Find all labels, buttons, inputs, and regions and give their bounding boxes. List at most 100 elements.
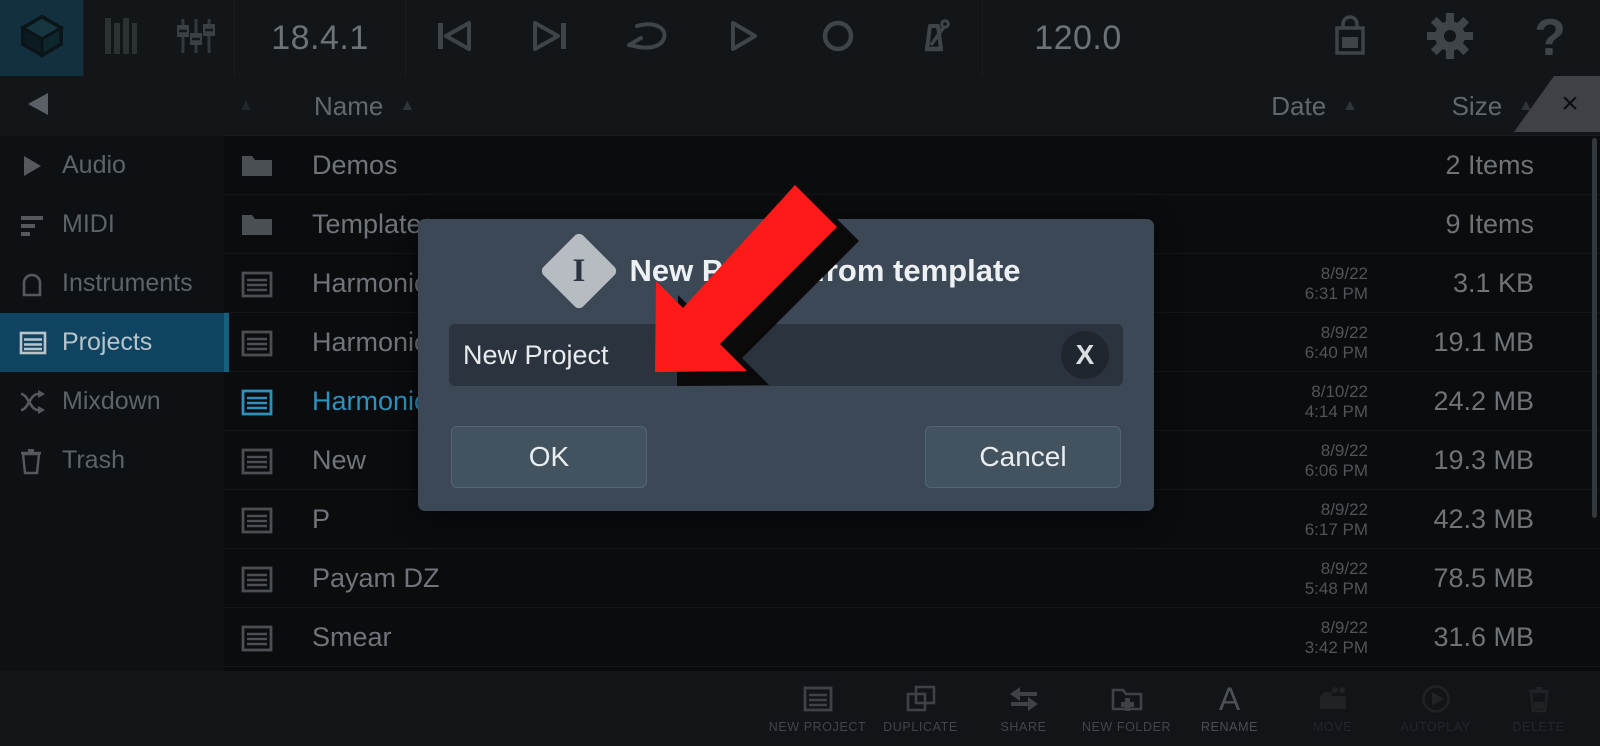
new-folder-icon: [1110, 684, 1144, 714]
move-button[interactable]: MOVE: [1281, 671, 1384, 746]
row-date: 8/9/22 6:06 PM: [1208, 431, 1368, 490]
row-date: 8/9/22 6:17 PM: [1208, 490, 1368, 549]
shop-button[interactable]: [1300, 0, 1400, 76]
project-icon: [240, 490, 274, 549]
help-button[interactable]: ?: [1500, 0, 1600, 76]
record-button[interactable]: [790, 0, 886, 76]
sidebar-item-instruments[interactable]: Instruments: [0, 254, 224, 313]
midi-bars-icon: [18, 211, 62, 239]
autoplay-icon: [1421, 684, 1451, 714]
row-size: 42.3 MB: [1433, 504, 1534, 534]
row-name: Payam DZ: [312, 563, 440, 593]
app-logo-button[interactable]: [0, 0, 83, 76]
row-selection-marker: [224, 490, 229, 549]
clear-input-button[interactable]: X: [1061, 331, 1109, 379]
sidebar-item-label: Audio: [62, 151, 126, 179]
sidebar-item-label: Mixdown: [62, 387, 161, 415]
row-name: P: [312, 504, 331, 534]
new-folder-button[interactable]: NEW FOLDER: [1075, 671, 1178, 746]
mixer-button[interactable]: [158, 0, 234, 76]
mixer-faders-icon: [174, 14, 218, 63]
settings-button[interactable]: [1400, 0, 1500, 76]
row-date-day: 8/9/22: [1320, 499, 1368, 519]
rename-button[interactable]: A RENAME: [1178, 671, 1281, 746]
row-date-time: 3:42 PM: [1304, 637, 1368, 657]
new-project-button[interactable]: NEW PROJECT: [766, 671, 869, 746]
sort-arrow-name-icon[interactable]: ▲: [399, 97, 415, 115]
row-selection-marker: [224, 254, 229, 313]
mixdown-arrows-icon: [18, 388, 62, 416]
metronome-button[interactable]: [886, 0, 982, 76]
row-date-time: 5:48 PM: [1304, 578, 1368, 598]
new-project-icon: [802, 684, 834, 714]
row-name: Smear: [312, 622, 392, 652]
duplicate-button[interactable]: DUPLICATE: [869, 671, 972, 746]
bottom-item-label: NEW PROJECT: [768, 719, 867, 734]
table-row[interactable]: Payam DZ 8/9/22 5:48 PM 78.5 MB: [224, 549, 1600, 608]
row-date-time: 4:14 PM: [1304, 401, 1368, 421]
row-selection-marker: [224, 608, 229, 667]
column-header-date[interactable]: Date ▲: [1271, 76, 1358, 136]
column-header-name[interactable]: Name ▲: [314, 76, 415, 136]
move-icon: [1316, 684, 1350, 714]
row-size: 2 Items: [1445, 150, 1534, 180]
bottom-item-label: RENAME: [1200, 719, 1259, 734]
table-row[interactable]: Demos 2 Items: [224, 136, 1600, 195]
cancel-button[interactable]: Cancel: [925, 426, 1121, 488]
play-button[interactable]: [694, 0, 790, 76]
keys-button[interactable]: [84, 0, 158, 76]
bottom-toolbar: NEW PROJECT DUPLICATE SHARE NEW FOLDER A…: [0, 671, 1600, 746]
header-sort-left-icon[interactable]: ▲: [238, 76, 254, 136]
bottom-item-label: DELETE: [1512, 719, 1565, 734]
row-date: 8/9/22 6:31 PM: [1208, 254, 1368, 313]
autoplay-button[interactable]: AUTOPLAY: [1384, 671, 1487, 746]
dialog-title: New Project from template: [629, 253, 1021, 288]
project-name-value: New Project: [463, 339, 609, 370]
sidebar-item-audio[interactable]: Audio: [0, 136, 224, 195]
share-button[interactable]: SHARE: [972, 671, 1075, 746]
bottom-item-label: DUPLICATE: [883, 719, 958, 734]
row-selection-marker: [224, 372, 229, 431]
project-icon: [240, 431, 274, 490]
ok-button[interactable]: OK: [451, 426, 647, 488]
list-scrollbar[interactable]: [1592, 138, 1597, 518]
text-cursor-diamond-icon: I: [539, 231, 620, 311]
row-size: 31.6 MB: [1433, 622, 1534, 652]
metronome-icon: [911, 15, 957, 62]
bell-icon: [18, 269, 62, 299]
sort-arrow-date-icon[interactable]: ▲: [1342, 97, 1358, 115]
sidebar-item-projects[interactable]: Projects: [0, 313, 224, 372]
delete-button[interactable]: DELETE: [1487, 671, 1590, 746]
sidebar-back-button[interactable]: [0, 76, 224, 136]
play-icon: [722, 16, 762, 61]
row-selection-marker: [224, 136, 229, 195]
row-date: 8/9/22 6:40 PM: [1208, 313, 1368, 372]
loop-button[interactable]: [598, 0, 694, 76]
row-date-time: 6:40 PM: [1304, 342, 1368, 362]
trash-icon: [18, 446, 62, 476]
project-icon: [240, 608, 274, 667]
project-icon: [240, 254, 274, 313]
tempo-value[interactable]: 120.0: [983, 0, 1173, 76]
sidebar-item-label: Projects: [62, 328, 153, 356]
folder-icon: [240, 195, 274, 254]
row-name: Demos: [312, 150, 398, 180]
sidebar-item-label: Instruments: [62, 269, 193, 297]
skip-to-end-button[interactable]: [502, 0, 598, 76]
folder-icon: [240, 136, 274, 195]
row-date: [1208, 136, 1368, 195]
sidebar-item-trash[interactable]: Trash: [0, 431, 224, 490]
skip-to-start-button[interactable]: [406, 0, 502, 76]
row-date-day: 8/9/22: [1320, 440, 1368, 460]
keys-icon: [103, 15, 139, 62]
row-size: 19.1 MB: [1433, 327, 1534, 357]
project-name-input[interactable]: New Project X: [449, 324, 1123, 386]
sidebar: Audio MIDI Instruments Projects Mixdown …: [0, 76, 224, 671]
project-list-icon: [18, 329, 62, 357]
sidebar-item-label: MIDI: [62, 210, 115, 238]
sidebar-item-mixdown[interactable]: Mixdown: [0, 372, 224, 431]
sidebar-item-midi[interactable]: MIDI: [0, 195, 224, 254]
row-size: 3.1 KB: [1452, 268, 1534, 298]
row-date-time: 6:06 PM: [1304, 460, 1368, 480]
table-row[interactable]: Smear 8/9/22 3:42 PM 31.6 MB: [224, 608, 1600, 667]
